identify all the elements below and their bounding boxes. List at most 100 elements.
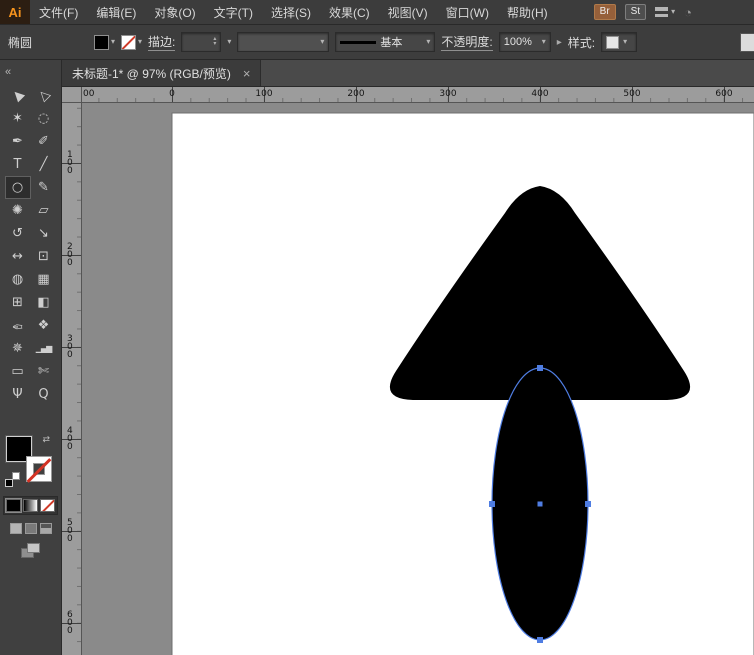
stock-button[interactable]: St <box>625 4 646 20</box>
line-segment-tool[interactable]: ╱ <box>31 153 57 176</box>
gradient-tool[interactable]: ◧ <box>31 291 57 314</box>
blob-brush-tool[interactable]: ✺ <box>5 199 31 222</box>
type-tool[interactable]: T <box>5 153 31 176</box>
document-tab[interactable]: 未标题-1* @ 97% (RGB/预览) × <box>62 60 261 86</box>
stroke-weight-stepper[interactable]: ▴ ▾ <box>213 37 216 47</box>
eyedropper-tool[interactable]: ✑ <box>5 314 31 337</box>
paintbrush-tool[interactable]: ✐ <box>31 130 57 153</box>
swap-fill-stroke-icon[interactable]: ⇄ <box>43 434 51 445</box>
ruler-label: 600 <box>67 611 76 635</box>
draw-inside-mode-button[interactable] <box>40 523 52 534</box>
menu-effect[interactable]: 效果(C) <box>320 0 379 24</box>
symbol-sprayer-tool[interactable]: ✵ <box>5 337 31 360</box>
brush-definition-dropdown[interactable]: 基本 ▾ <box>335 32 435 52</box>
menu-bar-right: Br St ▾ ◔ <box>594 0 754 24</box>
perspective-grid-tool[interactable]: ▦ <box>31 268 57 291</box>
stepper-down-icon[interactable]: ▾ <box>213 42 216 47</box>
menu-object[interactable]: 对象(O) <box>145 0 204 24</box>
anchor-right[interactable] <box>585 501 591 507</box>
anchor-bottom[interactable] <box>537 637 543 643</box>
style-label: 样式: <box>568 34 595 51</box>
selection-tool[interactable]: ▶ <box>5 84 31 107</box>
ruler-label: 100 <box>67 151 76 175</box>
rotate-tool[interactable]: ↺ <box>5 222 31 245</box>
draw-behind-mode-button[interactable] <box>25 523 37 534</box>
control-bar-edge-swatch[interactable] <box>740 33 754 52</box>
vertical-ruler[interactable]: 100 200 300 400 500 600 <box>62 103 82 655</box>
menu-file[interactable]: 文件(F) <box>30 0 87 24</box>
stroke-color-indicator[interactable] <box>26 456 52 482</box>
column-graph-tool[interactable]: ▁▄▆ <box>31 337 57 360</box>
opacity-value: 100% <box>504 36 538 48</box>
opacity-panel-link[interactable]: 不透明度: <box>441 33 492 51</box>
menu-edit[interactable]: 编辑(E) <box>87 0 145 24</box>
stroke-weight-input[interactable]: ▴ ▾ <box>181 32 221 52</box>
ruler-label: 300 <box>67 335 76 359</box>
scale-tool[interactable]: ↘ <box>31 222 57 245</box>
anchor-left[interactable] <box>489 501 495 507</box>
pencil-tool[interactable]: ✎ <box>31 176 57 199</box>
width-tool[interactable]: ↔ <box>5 245 31 268</box>
tools-grid: ▶ ▷ ✶ ◌ ✒ ✐ T ╱ ○ ✎ ✺ ▱ ↺ ↘ ↔ ⊡ ◍ ▦ ⊞ ◧ <box>5 84 57 406</box>
free-transform-tool[interactable]: ⊡ <box>31 245 57 268</box>
artboard-tool[interactable]: ▭ <box>5 360 31 383</box>
eraser-tool[interactable]: ▱ <box>31 199 57 222</box>
slice-tool[interactable]: ✄ <box>31 360 57 383</box>
collapse-panel-button[interactable]: « <box>5 66 11 78</box>
hand-tool[interactable]: Ψ <box>5 383 31 406</box>
magic-wand-tool[interactable]: ✶ <box>5 107 31 130</box>
document-tab-title: 未标题-1* @ 97% (RGB/预览) <box>72 65 231 82</box>
app-logo: Ai <box>0 0 30 24</box>
horizontal-ruler[interactable]: 00 0 100 200 300 400 500 600 <box>82 87 754 103</box>
workspace-switcher[interactable]: ▾ <box>655 7 675 17</box>
width-profile-dropdown[interactable]: ▾ <box>237 32 329 52</box>
pen-tool[interactable]: ✒ <box>5 130 31 153</box>
main-area: « ▶ ▷ ✶ ◌ ✒ ✐ T ╱ ○ ✎ ✺ ▱ ↺ ↘ ↔ ⊡ ◍ ▦ <box>0 60 754 655</box>
style-dropdown[interactable]: ▾ <box>601 32 637 52</box>
tools-panel-header: « <box>0 60 61 84</box>
draw-normal-mode-button[interactable] <box>10 523 22 534</box>
fill-stroke-controls: ⇄ <box>3 434 59 490</box>
color-button[interactable] <box>6 499 21 512</box>
more-options-arrow[interactable]: ▸ <box>557 37 562 48</box>
ruler-label: 500 <box>67 519 76 543</box>
shape-builder-tool[interactable]: ◍ <box>5 268 31 291</box>
menu-type[interactable]: 文字(T) <box>205 0 262 24</box>
stroke-panel-link[interactable]: 描边: <box>148 33 175 51</box>
ellipse-tool[interactable]: ○ <box>5 176 31 199</box>
cs-live-icon[interactable]: ◔ <box>684 5 692 20</box>
bridge-button[interactable]: Br <box>594 4 616 20</box>
lasso-tool[interactable]: ◌ <box>31 107 57 130</box>
center-point[interactable] <box>538 502 543 507</box>
close-tab-icon[interactable]: × <box>243 66 251 81</box>
screen-mode-icon <box>27 543 40 553</box>
menu-view[interactable]: 视图(V) <box>379 0 437 24</box>
ruler-label: 400 <box>531 89 548 99</box>
default-fill-stroke-icon[interactable] <box>5 472 20 487</box>
ruler-origin-corner[interactable] <box>62 87 82 103</box>
stroke-none-swatch <box>121 35 136 50</box>
mesh-tool[interactable]: ⊞ <box>5 291 31 314</box>
canvas[interactable] <box>82 103 754 655</box>
none-button[interactable] <box>40 499 55 512</box>
menu-window[interactable]: 窗口(W) <box>437 0 498 24</box>
chevron-down-icon: ▾ <box>671 8 675 16</box>
fill-color-dropdown[interactable]: ▾ <box>94 35 115 50</box>
stroke-weight-dropdown[interactable]: ▾ <box>227 38 231 46</box>
screen-mode-button[interactable] <box>21 543 41 559</box>
menu-help[interactable]: 帮助(H) <box>498 0 557 24</box>
ruler-label: 00 <box>83 89 94 99</box>
blend-tool[interactable]: ❖ <box>31 314 57 337</box>
ruler-label: 500 <box>623 89 640 99</box>
ruler-label: 300 <box>439 89 456 99</box>
menu-bar: Ai 文件(F) 编辑(E) 对象(O) 文字(T) 选择(S) 效果(C) 视… <box>0 0 754 25</box>
anchor-top[interactable] <box>537 365 543 371</box>
direct-selection-tool[interactable]: ▷ <box>31 84 57 107</box>
zoom-tool[interactable]: Q <box>31 383 57 406</box>
stroke-preview-line <box>340 41 376 44</box>
opacity-dropdown[interactable]: 100% ▾ <box>499 32 551 52</box>
gradient-button[interactable] <box>23 499 38 512</box>
stroke-color-dropdown[interactable]: ▾ <box>121 35 142 50</box>
menu-select[interactable]: 选择(S) <box>262 0 320 24</box>
ruler-label: 200 <box>67 243 76 267</box>
